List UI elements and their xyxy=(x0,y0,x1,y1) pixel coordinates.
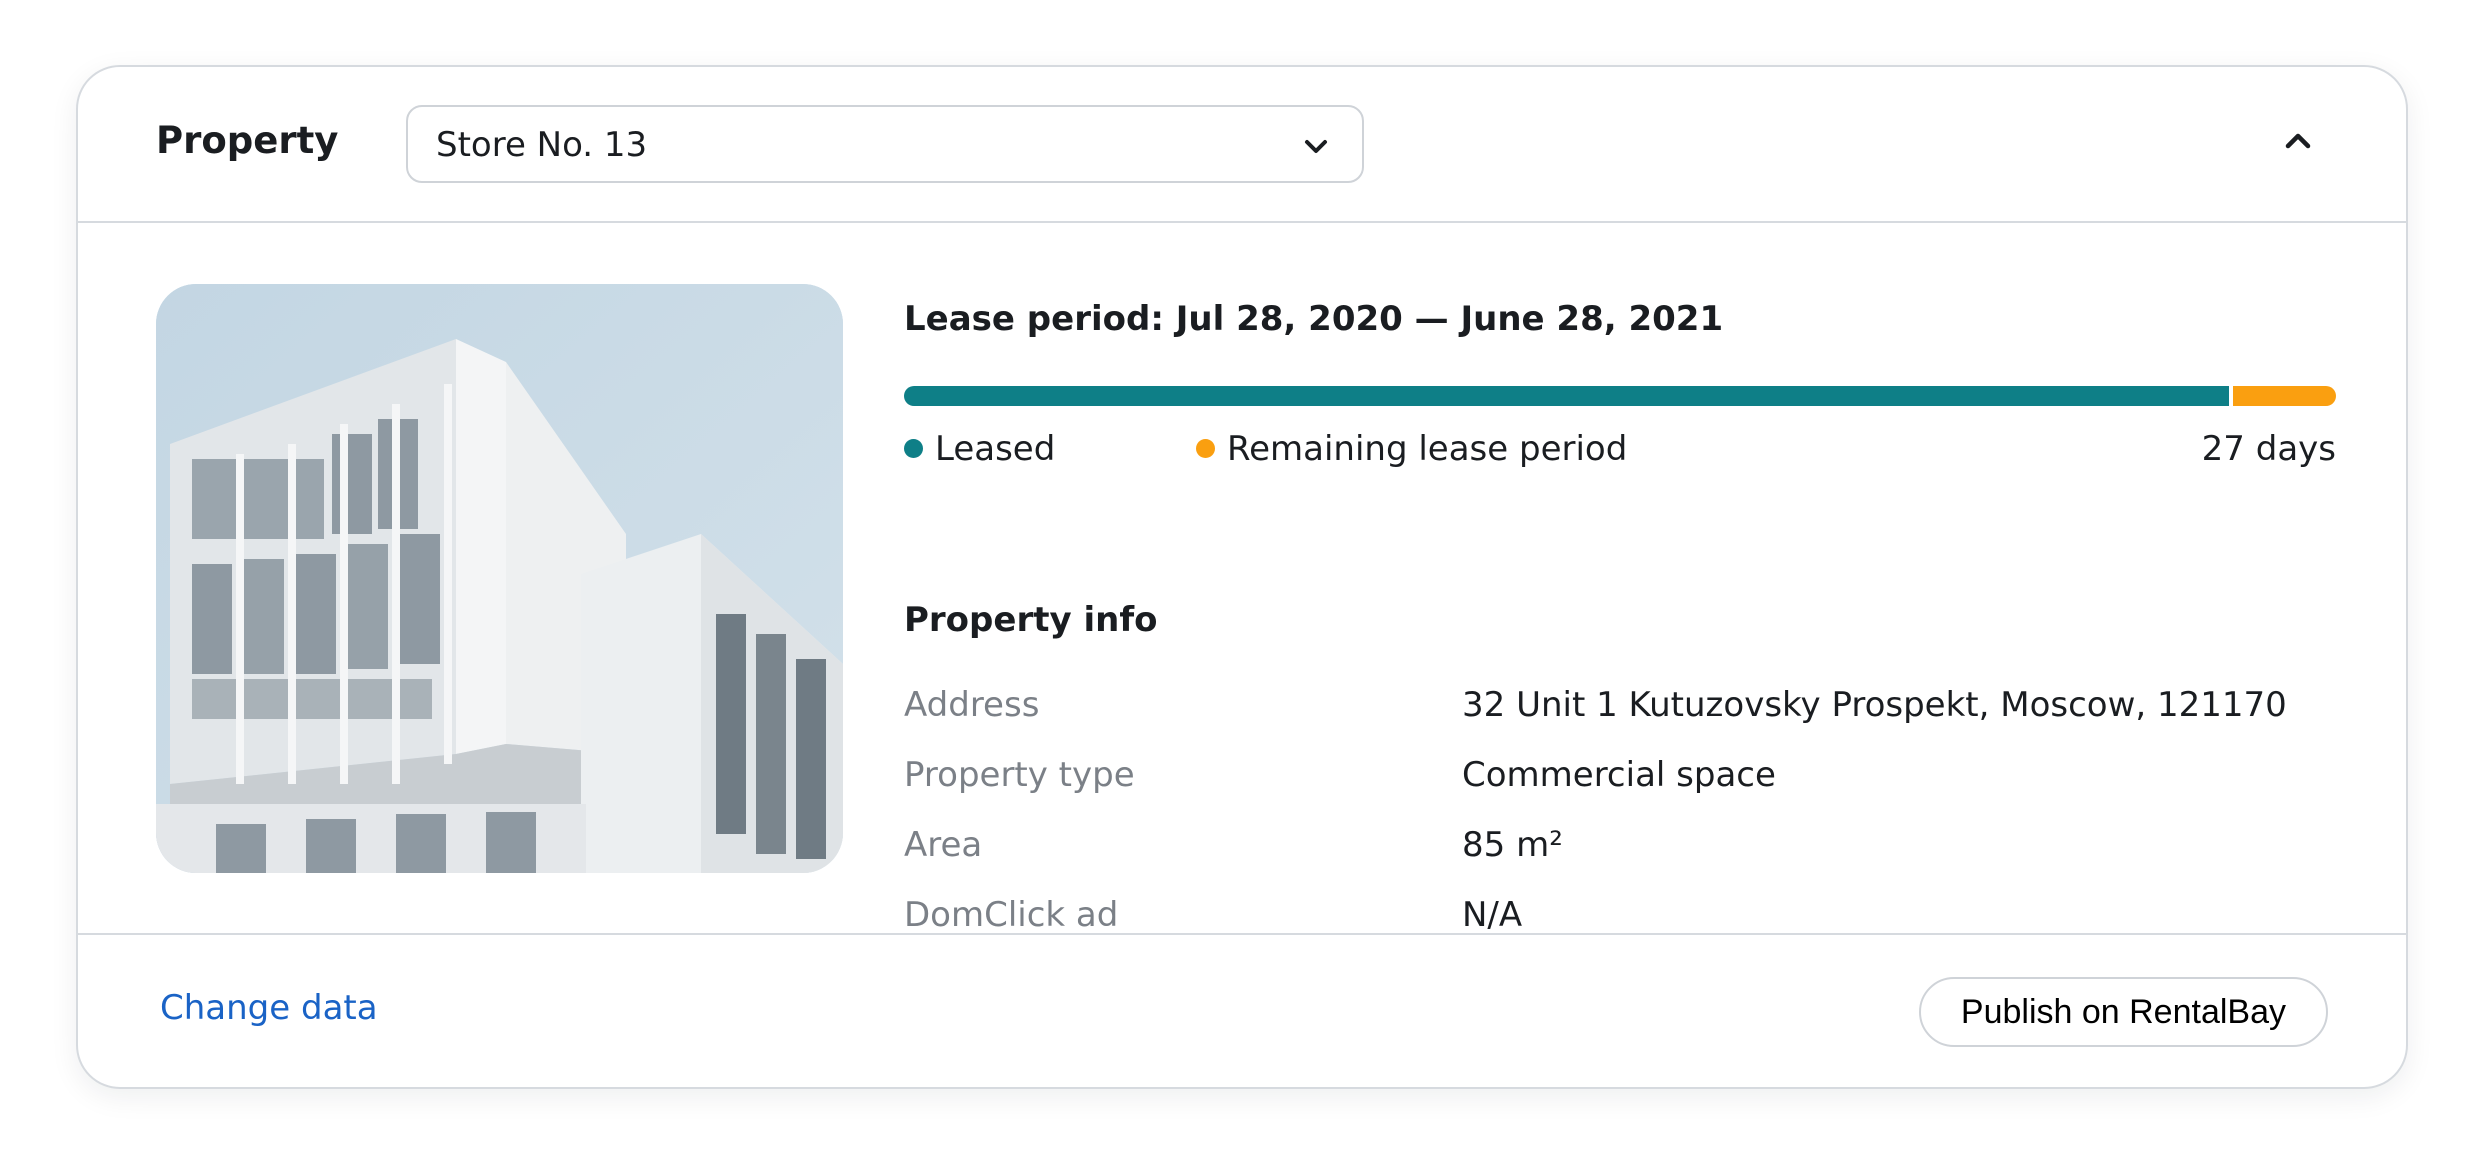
property-info-title: Property info xyxy=(904,600,1158,640)
legend-remaining-label: Remaining lease period xyxy=(1227,429,1628,469)
chevron-up-icon xyxy=(2276,133,2320,167)
lease-progress-bar xyxy=(904,386,2336,406)
lease-progress-leased xyxy=(904,386,2229,406)
info-row-address: Address 32 Unit 1 Kutuzovsky Prospekt, M… xyxy=(904,682,2336,728)
info-row-area: Area 85 m² xyxy=(904,822,2336,868)
property-label: Property xyxy=(156,119,339,162)
teal-dot-icon xyxy=(904,439,923,458)
info-value: 85 m² xyxy=(1462,825,1563,865)
chevron-down-icon xyxy=(1298,129,1334,165)
lease-progress-remaining xyxy=(2232,386,2336,406)
publish-button[interactable]: Publish on RentalBay xyxy=(1918,977,2328,1047)
info-label: DomClick ad xyxy=(904,895,1119,935)
info-row-domclick-ad: DomClick ad N/A xyxy=(904,892,2336,938)
info-row-property-type: Property type Commercial space xyxy=(904,752,2336,798)
lease-period-title: Lease period: Jul 28, 2020 — June 28, 20… xyxy=(904,299,1724,339)
info-label: Area xyxy=(904,825,983,865)
info-label: Property type xyxy=(904,755,1135,795)
orange-dot-icon xyxy=(1196,439,1215,458)
property-card: Property Store No. 13 Lease period: Jul … xyxy=(76,65,2408,1089)
info-label: Address xyxy=(904,685,1040,725)
legend-leased-label: Leased xyxy=(935,429,1056,469)
lease-legend: Leased Remaining lease period 27 days xyxy=(904,426,2336,472)
card-footer: Change data Publish on RentalBay xyxy=(78,933,2406,1087)
change-data-link[interactable]: Change data xyxy=(160,985,378,1031)
info-value: 32 Unit 1 Kutuzovsky Prospekt, Moscow, 1… xyxy=(1462,685,2287,725)
property-select-value: Store No. 13 xyxy=(436,125,648,165)
property-photo xyxy=(156,284,843,873)
legend-leased: Leased xyxy=(904,426,1055,472)
collapse-button[interactable] xyxy=(2276,119,2320,163)
property-select[interactable]: Store No. 13 xyxy=(406,105,1364,183)
info-value: N/A xyxy=(1462,895,1523,935)
info-value: Commercial space xyxy=(1462,755,1776,795)
card-header: Property Store No. 13 xyxy=(78,67,2406,223)
legend-remaining: Remaining lease period xyxy=(1196,426,1627,472)
days-remaining: 27 days xyxy=(2201,429,2336,469)
